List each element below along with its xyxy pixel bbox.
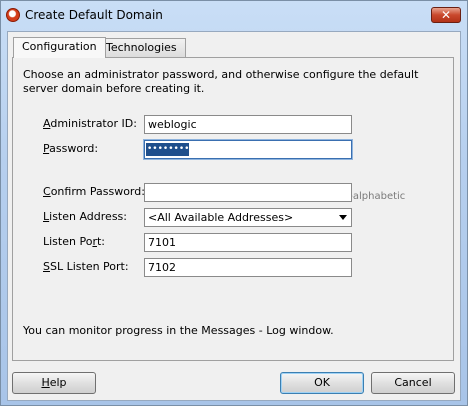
- admin-id-input[interactable]: weblogic: [144, 115, 352, 134]
- close-icon: ✕: [440, 8, 452, 22]
- listen-port-label: Listen Port:: [43, 235, 105, 248]
- chevron-down-icon: [339, 215, 347, 220]
- title-bar[interactable]: Create Default Domain ✕: [1, 1, 467, 31]
- ssl-listen-port-input[interactable]: 7102: [144, 258, 352, 277]
- dialog-window: Create Default Domain ✕ Configuration Te…: [0, 0, 468, 406]
- dialog-body: Configuration Technologies Choose an adm…: [7, 31, 461, 401]
- window-title: Create Default Domain: [25, 8, 163, 22]
- listen-address-value: <All Available Addresses>: [148, 211, 294, 224]
- ok-button[interactable]: OK: [280, 372, 364, 394]
- tab-technologies[interactable]: Technologies: [97, 38, 186, 57]
- listen-port-input[interactable]: 7101: [144, 233, 352, 252]
- tab-configuration[interactable]: Configuration: [13, 37, 106, 58]
- confirm-password-input[interactable]: [144, 183, 352, 202]
- password-selected-text: •••••••••: [146, 143, 195, 156]
- password-input[interactable]: •••••••••: [144, 140, 352, 159]
- intro-text: Choose an administrator password, and ot…: [23, 68, 419, 95]
- listen-address-label: Listen Address:: [43, 210, 127, 223]
- help-button[interactable]: Help: [12, 372, 96, 394]
- configuration-panel: Choose an administrator password, and ot…: [12, 57, 454, 361]
- cancel-button[interactable]: Cancel: [371, 372, 455, 394]
- confirm-password-label: Confirm Password:: [43, 185, 145, 198]
- monitor-text: You can monitor progress in the Messages…: [23, 324, 334, 337]
- admin-id-label: Administrator ID:: [43, 117, 137, 130]
- password-label: Password:: [43, 142, 99, 155]
- close-button[interactable]: ✕: [431, 7, 461, 23]
- oracle-app-icon: [6, 8, 20, 22]
- ssl-listen-port-label: SSL Listen Port:: [43, 260, 129, 273]
- listen-address-select[interactable]: <All Available Addresses>: [144, 208, 352, 227]
